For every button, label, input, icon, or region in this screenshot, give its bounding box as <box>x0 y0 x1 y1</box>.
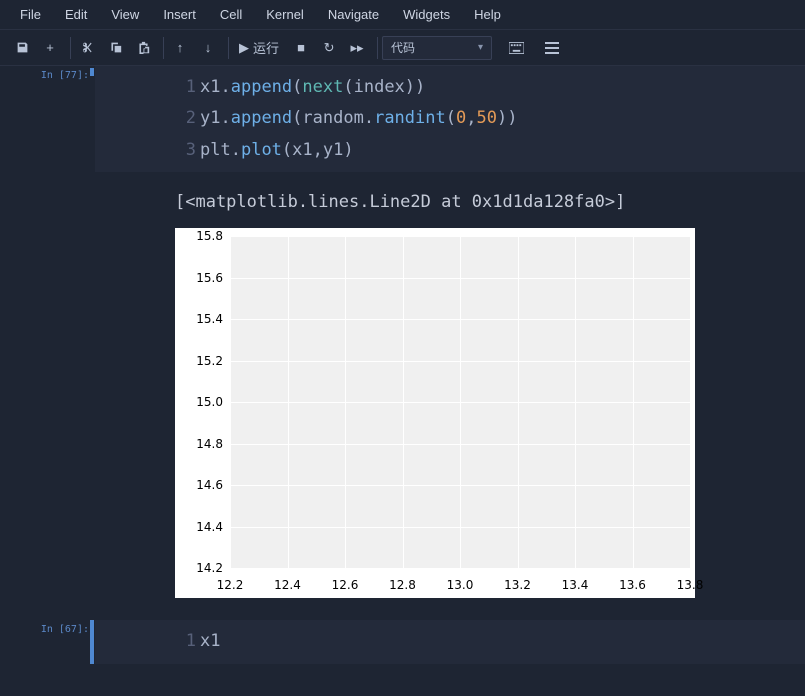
command-palette-button[interactable] <box>504 36 528 60</box>
celltype-select[interactable]: 代码 ▾ <box>382 36 492 60</box>
code-editor[interactable]: 1x1 <box>95 620 805 663</box>
y-tick-label: 15.0 <box>196 395 223 409</box>
line-number: 2 <box>95 103 200 134</box>
menu-cell[interactable]: Cell <box>208 3 254 26</box>
keyboard-icon <box>509 42 524 54</box>
list-icon <box>545 42 559 54</box>
output-prompt <box>0 176 95 598</box>
x-tick-label: 12.4 <box>274 578 301 592</box>
paste-icon <box>137 41 150 54</box>
y-tick-label: 15.4 <box>196 312 223 326</box>
run-label: 运行 <box>253 38 279 57</box>
matplotlib-plot: 14.2 14.4 14.6 14.8 15.0 15.2 15.4 15.6 15.8 12.… <box>175 228 695 598</box>
x-tick-label: 13.0 <box>447 578 474 592</box>
save-button[interactable] <box>10 36 34 60</box>
code-text[interactable]: x1 <box>200 626 805 657</box>
fast-forward-icon: ▸▸ <box>350 40 363 56</box>
x-tick-label: 12.8 <box>389 578 416 592</box>
arrow-up-icon: ↑ <box>177 40 184 55</box>
interrupt-button[interactable]: ■ <box>289 36 313 60</box>
add-cell-button[interactable]: + <box>38 36 62 60</box>
menu-help[interactable]: Help <box>462 3 513 26</box>
y-tick-label: 14.8 <box>196 437 223 451</box>
restart-button[interactable]: ↻ <box>317 36 341 60</box>
y-tick-label: 15.6 <box>196 271 223 285</box>
celltype-selected: 代码 <box>391 39 415 56</box>
line-number: 3 <box>95 135 200 166</box>
output-cell: [<matplotlib.lines.Line2D at 0x1d1da128f… <box>0 176 805 598</box>
play-icon: ▶ <box>239 40 249 56</box>
x-tick-label: 13.2 <box>504 578 531 592</box>
list-button[interactable] <box>540 36 564 60</box>
menu-insert[interactable]: Insert <box>151 3 208 26</box>
y-tick-label: 14.2 <box>196 561 223 575</box>
restart-icon: ↻ <box>324 40 335 56</box>
code-text[interactable]: x1.append(next(index)) <box>200 72 805 103</box>
code-line[interactable]: 2y1.append(random.randint(0,50)) <box>95 103 805 134</box>
code-cell[interactable]: In [67]: 1x1 <box>0 620 805 663</box>
run-button[interactable]: ▶ 运行 <box>233 36 285 60</box>
output-text: [<matplotlib.lines.Line2D at 0x1d1da128f… <box>95 176 805 228</box>
save-icon <box>16 41 29 54</box>
code-text[interactable]: plt.plot(x1,y1) <box>200 135 805 166</box>
menu-view[interactable]: View <box>99 3 151 26</box>
x-tick-label: 13.6 <box>619 578 646 592</box>
arrow-down-icon: ↓ <box>205 40 212 55</box>
y-tick-label: 14.6 <box>196 478 223 492</box>
x-tick-label: 12.2 <box>217 578 244 592</box>
code-cell[interactable]: In [77]: 1x1.append(next(index))2y1.appe… <box>0 66 805 172</box>
menu-kernel[interactable]: Kernel <box>254 3 316 26</box>
stop-icon: ■ <box>297 40 305 55</box>
y-tick-label: 15.2 <box>196 354 223 368</box>
plus-icon: + <box>46 40 54 55</box>
menu-edit[interactable]: Edit <box>53 3 99 26</box>
chevron-down-icon: ▾ <box>478 42 483 53</box>
toolbar: + ↑ ↓ ▶ 运行 ■ ↻ ▸▸ <box>0 30 805 66</box>
line-number: 1 <box>95 626 200 657</box>
menu-bar: File Edit View Insert Cell Kernel Naviga… <box>0 0 805 30</box>
code-line[interactable]: 3plt.plot(x1,y1) <box>95 135 805 166</box>
menu-file[interactable]: File <box>8 3 53 26</box>
copy-icon <box>109 41 122 54</box>
code-text[interactable]: y1.append(random.randint(0,50)) <box>200 103 805 134</box>
y-tick-label: 14.4 <box>196 520 223 534</box>
move-up-button[interactable]: ↑ <box>168 36 192 60</box>
restart-run-all-button[interactable]: ▸▸ <box>345 36 369 60</box>
x-tick-label: 12.6 <box>332 578 359 592</box>
code-line[interactable]: 1x1 <box>95 626 805 657</box>
input-prompt: In [67]: <box>0 620 95 663</box>
y-tick-label: 15.8 <box>196 229 223 243</box>
x-tick-label: 13.4 <box>562 578 589 592</box>
paste-button[interactable] <box>131 36 155 60</box>
scissors-icon <box>81 41 94 54</box>
move-down-button[interactable]: ↓ <box>196 36 220 60</box>
input-prompt: In [77]: <box>0 66 95 172</box>
cut-button[interactable] <box>75 36 99 60</box>
x-tick-label: 13.8 <box>677 578 704 592</box>
copy-button[interactable] <box>103 36 127 60</box>
code-line[interactable]: 1x1.append(next(index)) <box>95 72 805 103</box>
menu-navigate[interactable]: Navigate <box>316 3 391 26</box>
line-number: 1 <box>95 72 200 103</box>
code-editor[interactable]: 1x1.append(next(index))2y1.append(random… <box>95 66 805 172</box>
cell-active-marker <box>90 620 94 663</box>
cell-active-marker <box>90 68 94 76</box>
notebook[interactable]: In [77]: 1x1.append(next(index))2y1.appe… <box>0 66 805 696</box>
menu-widgets[interactable]: Widgets <box>391 3 462 26</box>
